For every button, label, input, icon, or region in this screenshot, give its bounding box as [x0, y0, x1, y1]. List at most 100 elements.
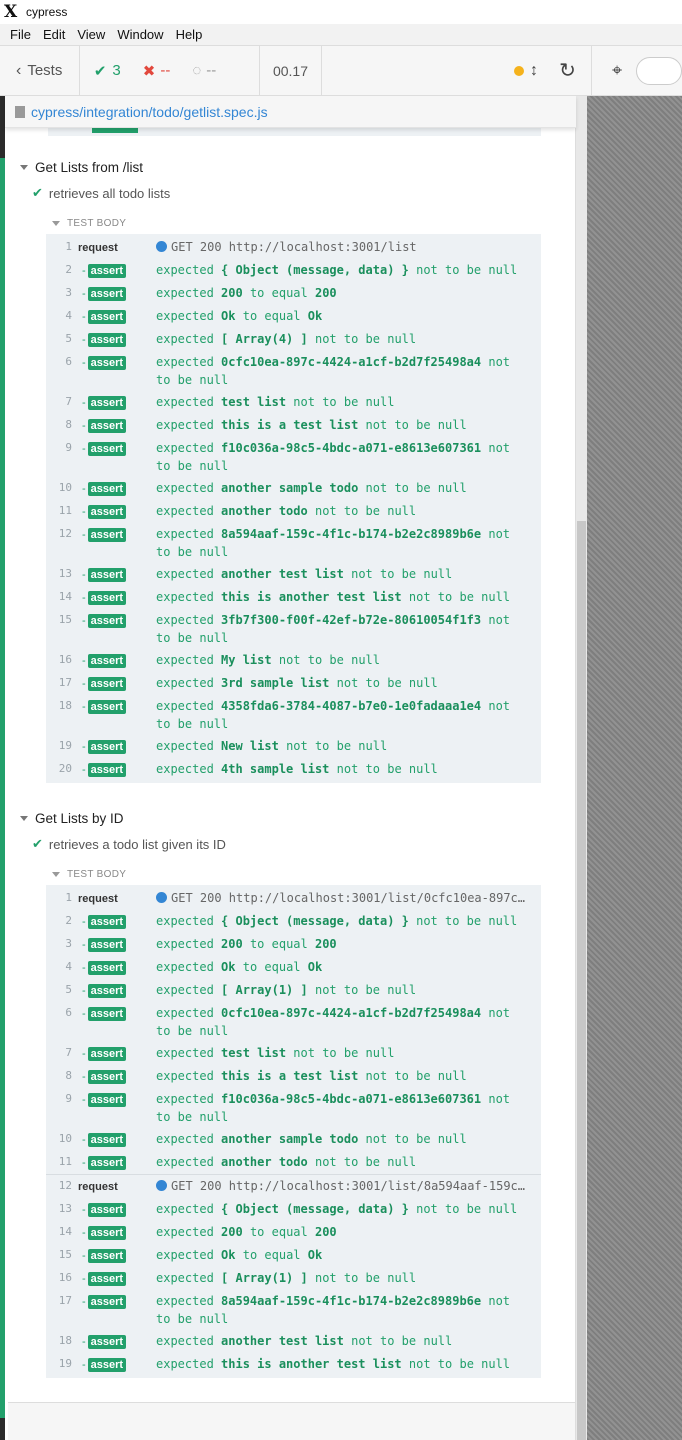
- command-message: expected f10c036a-98c5-4bdc-a071-e8613e6…: [156, 1090, 541, 1126]
- command-assert[interactable]: 11- assert expected another todo not to be…: [46, 1151, 541, 1174]
- reporter-scrollbar[interactable]: [576, 96, 587, 1440]
- assert-badge: assert: [87, 1358, 127, 1372]
- command-assert[interactable]: 2- assert expected { Object (message, data…: [46, 910, 541, 933]
- command-assert[interactable]: 9- assert expected f10c036a-98c5-4bdc-a071…: [46, 1088, 541, 1128]
- assertion-verb: not to be null: [278, 653, 380, 667]
- expected-word: expected: [156, 739, 214, 753]
- resize-arrows-icon[interactable]: ↕: [530, 62, 538, 80]
- scrollbar-thumb[interactable]: [577, 521, 586, 1440]
- test-title[interactable]: ✔ retrieves a todo list given its ID: [8, 831, 576, 857]
- assert-badge: assert: [87, 333, 127, 347]
- command-assert[interactable]: 15- assert expected 3fb7f300-f00f-42ef-b72…: [46, 609, 541, 649]
- command-request[interactable]: 12 request GET 200 http://localhost:3001/l…: [46, 1174, 541, 1198]
- assertion-verb: not to be null: [408, 1357, 511, 1371]
- assertion-verb: not to be null: [365, 1132, 467, 1146]
- pending-stat[interactable]: ◌ --: [178, 62, 224, 79]
- expected-value: Ok: [307, 309, 323, 323]
- test-body-header[interactable]: TEST BODY: [8, 212, 576, 234]
- reporter-content: Get Lists from /list ✔ retrieves all tod…: [8, 96, 576, 1402]
- command-request[interactable]: 1 request GET 200 http://localhost:3001/li…: [46, 887, 541, 910]
- assert-badge: assert: [87, 1295, 127, 1309]
- menu-file[interactable]: File: [4, 27, 37, 42]
- assert-badge: assert: [87, 1093, 127, 1107]
- command-assert[interactable]: 19- assert expected New list not to be nul…: [46, 735, 541, 758]
- window-title: cypress: [26, 5, 68, 19]
- command-request[interactable]: 1 request GET 200 http://localhost:3001/li…: [46, 236, 541, 259]
- command-assert[interactable]: 7- assert expected test list not to be nul…: [46, 1042, 541, 1065]
- command-assert[interactable]: 10- assert expected another sample todo no…: [46, 477, 541, 500]
- test-body-header[interactable]: TEST BODY: [8, 863, 576, 885]
- command-name: - assert: [72, 611, 156, 630]
- command-assert[interactable]: 5- assert expected [ Array(4) ] not to be …: [46, 328, 541, 351]
- command-assert[interactable]: 4- assert expected Ok to equal Ok: [46, 305, 541, 328]
- command-assert[interactable]: 14- assert expected this is another test l…: [46, 586, 541, 609]
- command-assert[interactable]: 14- assert expected 200 to equal 200: [46, 1221, 541, 1244]
- command-number: 6: [65, 355, 72, 368]
- command-message: expected this is another test list not t…: [156, 1355, 541, 1373]
- command-assert[interactable]: 3- assert expected 200 to equal 200: [46, 933, 541, 956]
- suite-title-text: Get Lists from /list: [35, 159, 144, 175]
- command-assert[interactable]: 3- assert expected 200 to equal 200: [46, 282, 541, 305]
- actual-value: My list: [221, 653, 272, 667]
- crosshair-icon[interactable]: ⌖: [612, 60, 622, 81]
- menu-view[interactable]: View: [71, 27, 111, 42]
- command-message: expected another test list not to be nul…: [156, 1332, 541, 1350]
- command-assert[interactable]: 17- assert expected 3rd sample list not to…: [46, 672, 541, 695]
- caret-down-icon: [52, 871, 60, 877]
- command-assert[interactable]: 9- assert expected f10c036a-98c5-4bdc-a071…: [46, 437, 541, 477]
- command-assert[interactable]: 5- assert expected [ Array(1) ] not to be …: [46, 979, 541, 1002]
- command-assert[interactable]: 6- assert expected 0cfc10ea-897c-4424-a1cf…: [46, 351, 541, 391]
- command-assert[interactable]: 18- assert expected 4358fda6-3784-4087-b7e…: [46, 695, 541, 735]
- assert-badge: assert: [87, 915, 127, 929]
- command-assert[interactable]: 8- assert expected this is a test list not…: [46, 1065, 541, 1088]
- command-number: 1: [65, 240, 72, 253]
- command-assert[interactable]: 4- assert expected Ok to equal Ok: [46, 956, 541, 979]
- command-assert[interactable]: 13- assert expected { Object (message, dat…: [46, 1198, 541, 1221]
- suite-title[interactable]: Get Lists by ID: [8, 805, 576, 831]
- command-assert[interactable]: 17- assert expected 8a594aaf-159c-4f1c-b17…: [46, 1290, 541, 1330]
- command-name: - assert: [72, 330, 156, 349]
- spec-file-path[interactable]: cypress/integration/todo/getlist.spec.js: [5, 96, 576, 128]
- pass-stripe: [0, 158, 5, 1418]
- expected-word: expected: [156, 1294, 214, 1308]
- menu-bar: File Edit View Window Help: [0, 24, 682, 46]
- command-assert[interactable]: 12- assert expected 8a594aaf-159c-4f1c-b17…: [46, 523, 541, 563]
- suite-title[interactable]: Get Lists from /list: [8, 154, 576, 180]
- command-assert[interactable]: 15- assert expected Ok to equal Ok: [46, 1244, 541, 1267]
- command-assert[interactable]: 6- assert expected 0cfc10ea-897c-4424-a1cf…: [46, 1002, 541, 1042]
- assert-badge: assert: [87, 1249, 127, 1263]
- command-name: - assert: [72, 565, 156, 584]
- command-assert[interactable]: 10- assert expected another sample todo no…: [46, 1128, 541, 1151]
- actual-value: [ Array(4) ]: [221, 332, 308, 346]
- caret-down-icon: [20, 815, 28, 821]
- command-message: expected test list not to be null: [156, 1044, 541, 1062]
- failed-stat[interactable]: ✖ --: [129, 62, 179, 80]
- command-assert[interactable]: 18- assert expected another test list not …: [46, 1330, 541, 1353]
- child-dash: -: [82, 1250, 86, 1262]
- url-input[interactable]: [636, 56, 682, 85]
- command-assert[interactable]: 7- assert expected test list not to be nul…: [46, 391, 541, 414]
- actual-value: test list: [221, 1046, 287, 1060]
- reload-button[interactable]: ↻: [544, 46, 592, 95]
- passed-stat[interactable]: ✔ 3: [80, 62, 129, 80]
- command-assert[interactable]: 16- assert expected [ Array(1) ] not to be…: [46, 1267, 541, 1290]
- menu-window[interactable]: Window: [111, 27, 169, 42]
- test-title[interactable]: ✔ retrieves all todo lists: [8, 180, 576, 206]
- command-assert[interactable]: 8- assert expected this is a test list not…: [46, 414, 541, 437]
- command-assert[interactable]: 2- assert expected { Object (message, data…: [46, 259, 541, 282]
- command-name: - assert: [72, 697, 156, 716]
- command-assert[interactable]: 11- assert expected another todo not to be…: [46, 500, 541, 523]
- command-assert[interactable]: 20- assert expected 4th sample list not to…: [46, 758, 541, 781]
- expected-value: 200: [314, 286, 337, 300]
- command-assert[interactable]: 19- assert expected this is another test l…: [46, 1353, 541, 1376]
- child-dash: -: [82, 764, 86, 776]
- passed-count: 3: [112, 62, 121, 79]
- assert-badge: assert: [87, 763, 127, 777]
- tests-button[interactable]: ‹ Tests: [0, 46, 80, 95]
- command-assert[interactable]: 16- assert expected My list not to be null: [46, 649, 541, 672]
- child-dash: -: [82, 357, 86, 369]
- command-message: expected 200 to equal 200: [156, 1223, 541, 1241]
- menu-edit[interactable]: Edit: [37, 27, 71, 42]
- menu-help[interactable]: Help: [170, 27, 209, 42]
- command-assert[interactable]: 13- assert expected another test list not …: [46, 563, 541, 586]
